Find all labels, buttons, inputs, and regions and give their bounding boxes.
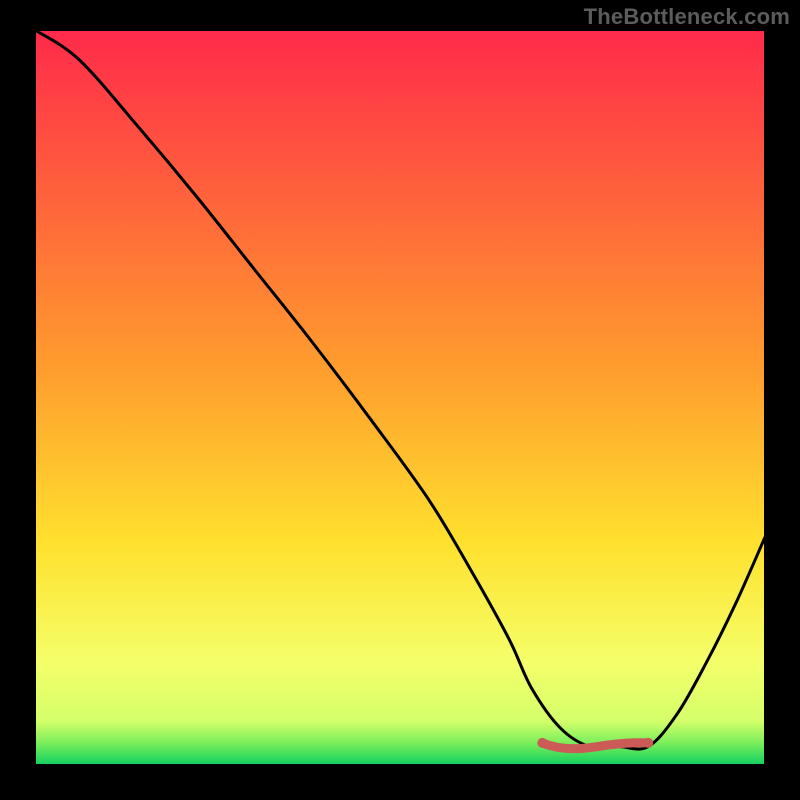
optimal-range-end-dot	[643, 738, 653, 748]
chart-frame: TheBottleneck.com	[0, 0, 800, 800]
optimal-range-start-dot	[537, 738, 547, 748]
bottleneck-chart	[0, 0, 800, 800]
watermark-text: TheBottleneck.com	[584, 4, 790, 30]
plot-background	[35, 30, 765, 765]
